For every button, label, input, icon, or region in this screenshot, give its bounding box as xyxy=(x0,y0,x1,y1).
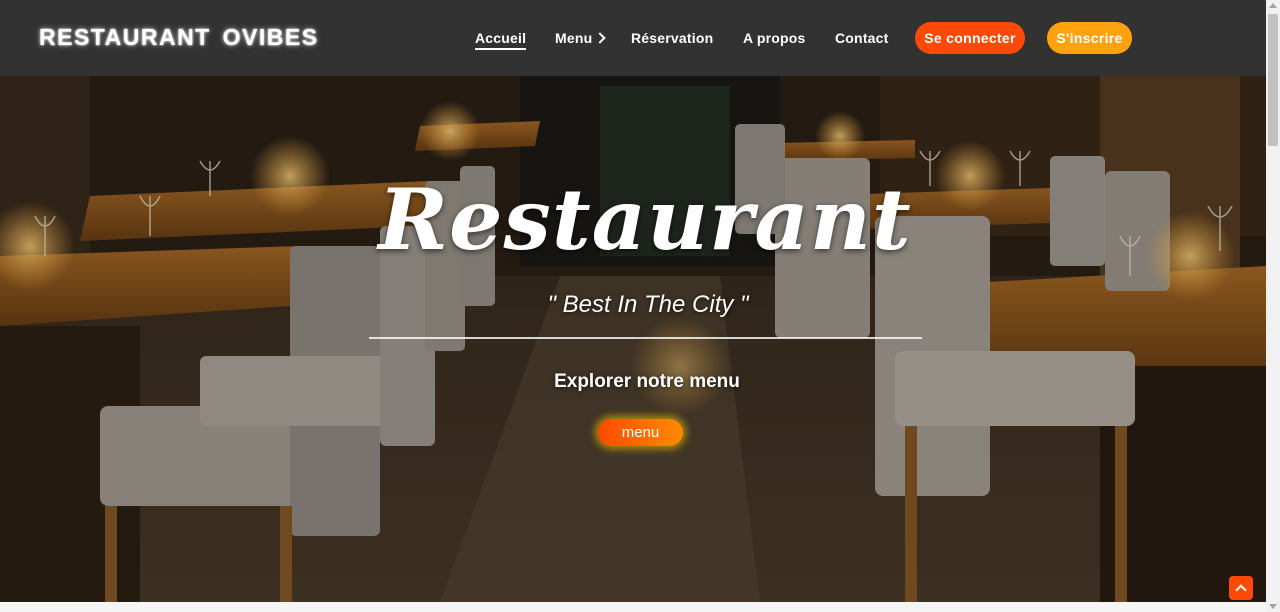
nav-item-a-propos[interactable]: A propos xyxy=(743,30,806,46)
site-header: RESTAURANT OVIBES Accueil Menu Réservati… xyxy=(0,0,1266,76)
nav-item-reservation[interactable]: Réservation xyxy=(631,30,713,46)
chevron-up-icon xyxy=(1235,584,1247,596)
page-bottom-strip xyxy=(0,602,1266,612)
nav-item-menu[interactable]: Menu xyxy=(555,30,607,46)
chevron-right-icon xyxy=(594,32,607,44)
hero-explore-heading: Explorer notre menu xyxy=(554,371,740,392)
nav-item-contact[interactable]: Contact xyxy=(835,30,889,46)
signup-button[interactable]: S'inscrire xyxy=(1047,22,1132,54)
page-scrollbar[interactable] xyxy=(1266,0,1280,612)
hero-section: Restaurant " Best In The City " Explorer… xyxy=(0,76,1266,602)
hero-title: Restaurant xyxy=(378,170,912,269)
login-button[interactable]: Se connecter xyxy=(915,22,1025,54)
scroll-down-arrow-icon[interactable] xyxy=(1269,604,1277,609)
menu-button[interactable]: menu xyxy=(598,419,683,446)
back-to-top-button[interactable] xyxy=(1229,576,1253,600)
hero-subtitle: " Best In The City " xyxy=(547,291,749,318)
scroll-up-arrow-icon[interactable] xyxy=(1269,3,1277,8)
nav-item-accueil[interactable]: Accueil xyxy=(475,30,527,50)
hero-divider xyxy=(369,337,922,339)
site-brand[interactable]: RESTAURANT OVIBES xyxy=(39,24,319,51)
nav-item-menu-label: Menu xyxy=(555,30,593,46)
hero-content: Restaurant " Best In The City " Explorer… xyxy=(0,76,1266,602)
scrollbar-thumb[interactable] xyxy=(1268,14,1278,146)
